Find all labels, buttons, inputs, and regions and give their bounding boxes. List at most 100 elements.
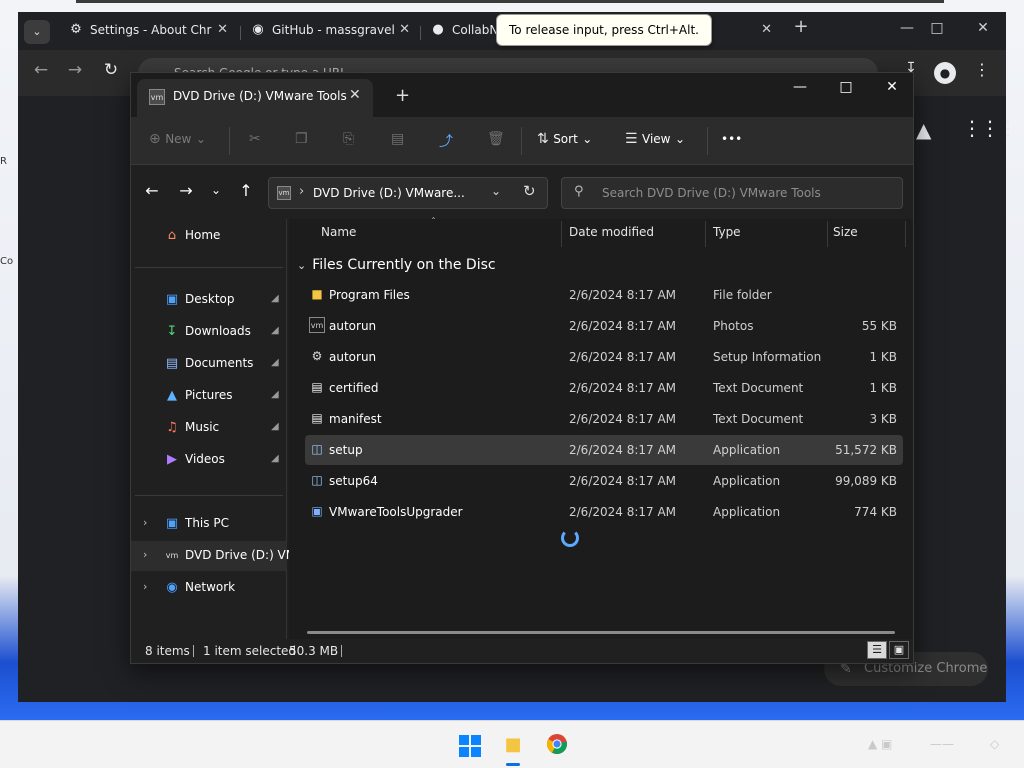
pin-icon[interactable]: ◢ <box>271 389 279 400</box>
file-row[interactable]: ▣ VMwareToolsUpgrader 2/6/2024 8:17 AM A… <box>305 497 903 527</box>
file-row[interactable]: ◫ setup64 2/6/2024 8:17 AM Application 9… <box>305 466 903 496</box>
tiles-view-icon[interactable]: ▣ <box>889 641 909 659</box>
explorer-tab[interactable]: vm DVD Drive (D:) VMware Tools ✕ <box>137 79 373 117</box>
clock-area[interactable]: —— <box>930 737 954 751</box>
desktop-icon-fragment: R <box>0 156 7 167</box>
chrome-tab-collab[interactable]: ● CollabN <box>426 18 506 48</box>
close-icon[interactable]: ✕ <box>349 87 361 103</box>
share-icon[interactable]: ⤴ <box>439 131 453 151</box>
column-header-date[interactable]: Date modified <box>569 225 654 239</box>
close-icon[interactable]: ✕ <box>217 18 228 42</box>
breadcrumb-chevron-icon[interactable]: › <box>299 184 304 199</box>
pin-icon[interactable]: ◢ <box>271 325 279 336</box>
column-header-type[interactable]: Type <box>713 225 741 239</box>
nav-item-desktop[interactable]: ▣ Desktop ◢ <box>131 285 287 315</box>
see-more-button[interactable]: ••• <box>721 131 742 147</box>
cut-icon[interactable]: ✂ <box>249 131 261 147</box>
file-row[interactable]: vm autorun 2/6/2024 8:17 AM Photos 55 KB <box>305 311 903 341</box>
nav-item-this-pc[interactable]: › ▣ This PC <box>131 509 287 539</box>
item-count: 8 items <box>145 644 190 658</box>
chrome-menu-icon[interactable]: ⋮ <box>974 60 990 79</box>
nav-item-music[interactable]: ♫ Music ◢ <box>131 413 287 443</box>
nav-item-dvd-drive[interactable]: › vm DVD Drive (D:) VMw <box>131 541 306 571</box>
profile-avatar[interactable]: ● <box>934 62 956 84</box>
file-type: Text Document <box>713 412 804 426</box>
paste-icon[interactable]: ⎘ <box>343 131 354 147</box>
chevron-down-icon[interactable]: ⌄ <box>491 184 501 198</box>
details-view-icon[interactable]: ☰ <box>867 641 887 659</box>
nav-item-downloads[interactable]: ↧ Downloads ◢ <box>131 317 287 347</box>
back-icon[interactable]: ← <box>141 181 163 200</box>
close-window-icon[interactable]: ✕ <box>968 20 998 36</box>
column-divider[interactable] <box>561 221 562 247</box>
file-size: 3 KB <box>869 412 897 426</box>
close-icon[interactable]: ✕ <box>399 18 410 42</box>
chrome-tab-github[interactable]: ◉ GitHub - massgravel ✕ <box>246 18 412 48</box>
maximize-icon[interactable]: □ <box>831 79 861 95</box>
labs-flask-icon[interactable]: ▲ <box>916 118 931 142</box>
recent-locations-icon[interactable]: ⌄ <box>205 183 227 197</box>
file-explorer-taskbar-icon[interactable]: ■ <box>500 733 526 757</box>
file-row-selected[interactable]: ◫ setup 2/6/2024 8:17 AM Application 51,… <box>305 435 903 465</box>
refresh-icon[interactable]: ↻ <box>523 182 536 200</box>
nav-label: Desktop <box>185 292 235 306</box>
sort-button[interactable]: ⇅ Sort ⌄ <box>537 131 592 147</box>
maximize-icon[interactable]: □ <box>922 20 952 36</box>
chrome-taskbar-icon[interactable] <box>544 733 570 757</box>
view-button[interactable]: ☰ View ⌄ <box>625 131 685 147</box>
group-header[interactable]: ⌄ Files Currently on the Disc <box>297 257 496 273</box>
column-divider[interactable] <box>827 221 828 247</box>
back-icon[interactable]: ← <box>28 60 54 80</box>
column-divider[interactable] <box>705 221 706 247</box>
tab-search-button[interactable]: ⌄ <box>24 20 50 44</box>
column-divider[interactable] <box>905 221 906 247</box>
notification-icon[interactable]: ◇ <box>990 737 999 751</box>
minimize-icon[interactable]: — <box>892 20 922 36</box>
nav-label: Home <box>185 228 221 242</box>
file-date: 2/6/2024 8:17 AM <box>569 350 677 364</box>
column-header-name[interactable]: Name <box>321 225 356 239</box>
address-bar[interactable]: vm › DVD Drive (D:) VMware... ⌄ ↻ <box>268 177 548 209</box>
chrome-tab-settings[interactable]: ⚙ Settings - About Chr ✕ <box>64 18 230 48</box>
nav-label: Pictures <box>185 388 233 402</box>
apps-grid-icon[interactable]: ⋮⋮⋮ <box>962 116 1018 140</box>
forward-icon[interactable]: → <box>175 181 197 200</box>
column-header-size[interactable]: Size <box>833 225 858 239</box>
close-window-icon[interactable]: ✕ <box>877 79 907 95</box>
pin-icon[interactable]: ◢ <box>271 357 279 368</box>
copy-icon[interactable]: ❐ <box>295 131 308 147</box>
start-button[interactable] <box>456 733 482 757</box>
chevron-right-icon[interactable]: › <box>143 516 147 529</box>
file-row[interactable]: ⚙ autorun 2/6/2024 8:17 AM Setup Informa… <box>305 342 903 372</box>
file-row[interactable]: ▤ manifest 2/6/2024 8:17 AM Text Documen… <box>305 404 903 434</box>
search-box[interactable]: ⚲ Search DVD Drive (D:) VMware Tools <box>561 177 903 209</box>
nav-item-documents[interactable]: ▤ Documents ◢ <box>131 349 287 379</box>
address-row: ← → ⌄ ↑ vm › DVD Drive (D:) VMware... ⌄ … <box>131 165 913 219</box>
pin-icon[interactable]: ◢ <box>271 453 279 464</box>
forward-icon[interactable]: → <box>62 60 88 80</box>
system-tray-icons[interactable]: ▲ ▣ <box>868 737 892 751</box>
chevron-right-icon[interactable]: › <box>143 548 147 561</box>
file-row[interactable]: ■ Program Files 2/6/2024 8:17 AM File fo… <box>305 280 903 310</box>
new-tab-button[interactable]: + <box>786 16 816 37</box>
gear-icon: ⚙ <box>70 22 82 37</box>
close-icon[interactable]: ✕ <box>761 18 772 42</box>
reload-icon[interactable]: ↻ <box>98 60 124 80</box>
nav-item-network[interactable]: › ◉ Network <box>131 573 287 603</box>
pin-icon[interactable]: ◢ <box>271 293 279 304</box>
minimize-icon[interactable]: — <box>785 79 815 95</box>
new-button[interactable]: ⊕ New ⌄ <box>149 131 206 147</box>
nav-item-videos[interactable]: ▶ Videos ◢ <box>131 445 287 475</box>
rename-icon[interactable]: ▤ <box>391 131 404 147</box>
chrome-tab-active-close[interactable]: ✕ <box>752 18 776 48</box>
pin-icon[interactable]: ◢ <box>271 421 279 432</box>
nav-item-pictures[interactable]: ▲ Pictures ◢ <box>131 381 287 411</box>
up-icon[interactable]: ↑ <box>235 181 257 200</box>
horizontal-scrollbar[interactable] <box>307 631 895 634</box>
chevron-right-icon[interactable]: › <box>143 580 147 593</box>
new-tab-button[interactable]: + <box>395 85 410 106</box>
nav-item-home[interactable]: ⌂ Home <box>131 221 287 251</box>
nav-label: Downloads <box>185 324 251 338</box>
file-row[interactable]: ▤ certified 2/6/2024 8:17 AM Text Docume… <box>305 373 903 403</box>
delete-icon[interactable]: 🗑 <box>487 131 505 147</box>
